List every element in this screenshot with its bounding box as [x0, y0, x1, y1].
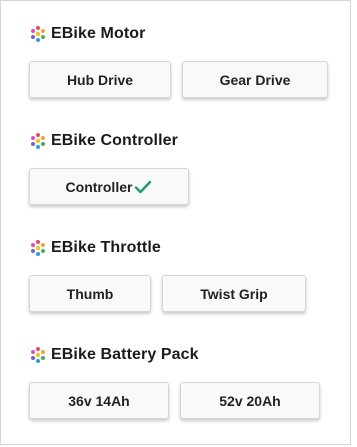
option-thumb-button[interactable]: Thumb	[29, 275, 151, 312]
section-ebike-throttle: EBike Throttle Thumb Twist Grip	[29, 236, 306, 312]
option-gear-drive-button[interactable]: Gear Drive	[182, 61, 328, 98]
multicolor-gear-icon	[31, 347, 45, 363]
multicolor-gear-icon	[31, 26, 45, 42]
section-title: EBike Controller	[51, 132, 178, 149]
section-header: EBike Controller	[29, 129, 189, 153]
option-52v-20ah-button[interactable]: 52v 20Ah	[180, 382, 320, 419]
option-buttons: Hub Drive Gear Drive	[29, 61, 328, 98]
check-icon	[135, 180, 152, 193]
option-buttons: 36v 14Ah 52v 20Ah	[29, 382, 320, 419]
section-ebike-battery-pack: EBike Battery Pack 36v 14Ah 52v 20Ah	[29, 343, 320, 419]
section-header: EBike Motor	[29, 22, 328, 46]
multicolor-gear-icon	[31, 240, 45, 256]
option-label: Controller	[65, 178, 133, 195]
options-panel: EBike Motor Hub Drive Gear Drive EBike C…	[0, 0, 351, 445]
section-title: EBike Battery Pack	[51, 346, 199, 363]
section-ebike-controller: EBike Controller Controller	[29, 129, 189, 205]
option-hub-drive-button[interactable]: Hub Drive	[29, 61, 171, 98]
option-36v-14ah-button[interactable]: 36v 14Ah	[29, 382, 169, 419]
section-ebike-motor: EBike Motor Hub Drive Gear Drive	[29, 22, 328, 98]
multicolor-gear-icon	[31, 133, 45, 149]
section-header: EBike Battery Pack	[29, 343, 320, 367]
option-buttons: Thumb Twist Grip	[29, 275, 306, 312]
section-title: EBike Motor	[51, 25, 146, 42]
section-title: EBike Throttle	[51, 239, 161, 256]
option-controller-button[interactable]: Controller	[29, 168, 189, 205]
section-header: EBike Throttle	[29, 236, 306, 260]
option-buttons: Controller	[29, 168, 189, 205]
option-twist-grip-button[interactable]: Twist Grip	[162, 275, 306, 312]
